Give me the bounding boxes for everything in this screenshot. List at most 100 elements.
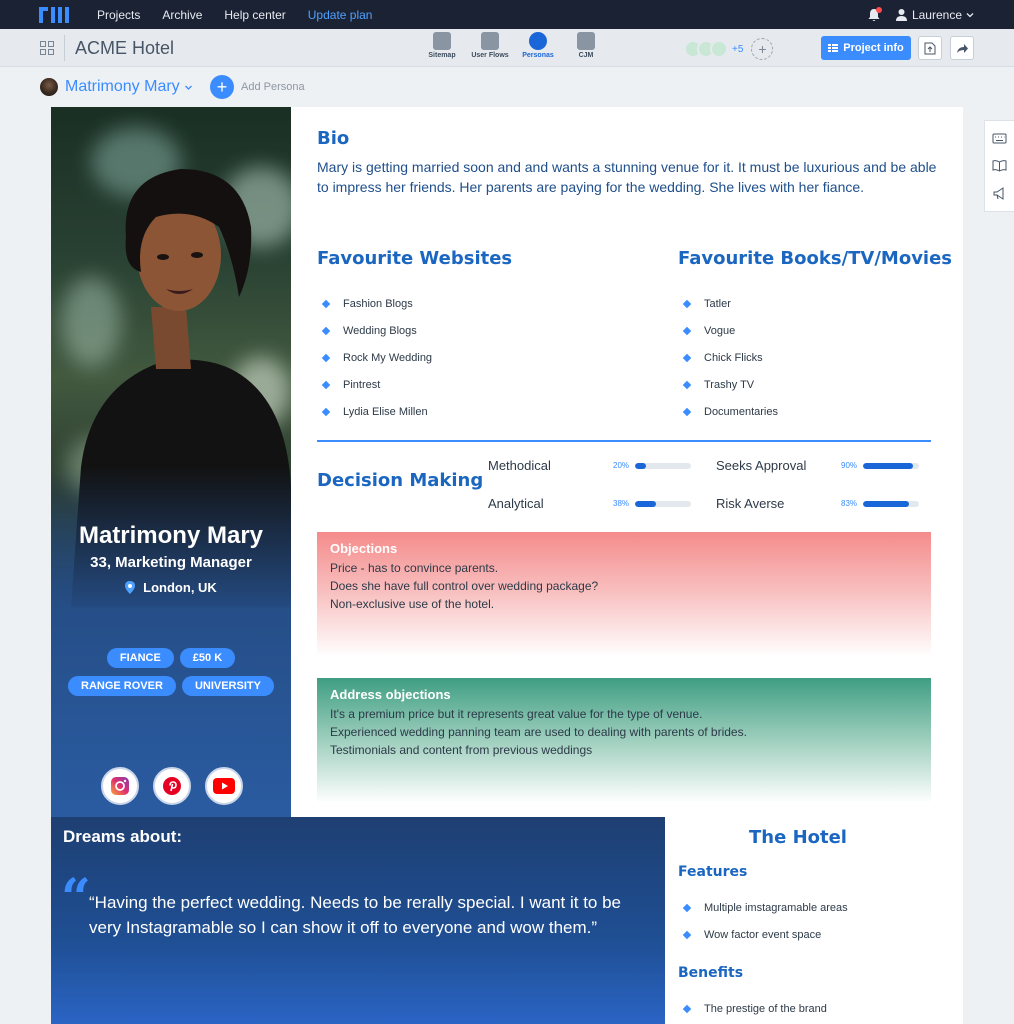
bullet-icon: [321, 299, 331, 308]
address-objections-card: Address objections It's a premium price …: [317, 678, 931, 803]
view-personas[interactable]: Personas: [520, 32, 556, 59]
quote-icon: “: [61, 868, 91, 929]
bullet-icon: [321, 407, 331, 416]
persona-avatar: [40, 78, 58, 96]
add-persona-button[interactable]: +: [210, 75, 234, 99]
persona-tags: FIANCE £50 K RANGE ROVER UNIVERSITY: [51, 648, 291, 696]
benefits-title: Benefits: [678, 965, 744, 981]
keyboard-icon[interactable]: [992, 131, 1007, 146]
media-title: Favourite Books/TV/Movies: [678, 248, 953, 269]
bullet-icon: [682, 299, 692, 308]
youtube-icon[interactable]: [205, 767, 243, 805]
list-item: Vogue: [678, 317, 778, 344]
sitemap-icon: [433, 32, 451, 50]
features-title: Features: [678, 864, 748, 880]
list-item: Trashy TV: [678, 371, 778, 398]
bio-title: Bio: [317, 128, 350, 149]
persona-bar: Matrimony Mary + Add Persona: [0, 68, 1014, 106]
section-divider: [317, 440, 931, 442]
websites-title: Favourite Websites: [317, 248, 513, 269]
media-list: Tatler Vogue Chick Flicks Trashy TV Docu…: [678, 290, 778, 425]
chevron-down-icon: [966, 12, 974, 17]
megaphone-icon[interactable]: [992, 186, 1007, 201]
add-collaborator-button[interactable]: +: [751, 38, 774, 60]
websites-list: Fashion Blogs Wedding Blogs Rock My Wedd…: [317, 290, 432, 425]
bullet-icon: [321, 326, 331, 335]
project-title: ACME Hotel: [75, 38, 175, 58]
collaborators[interactable]: +5 +: [684, 38, 774, 60]
cjm-icon: [577, 32, 595, 50]
dreams-title: Dreams about:: [63, 827, 183, 846]
view-user-flows[interactable]: User Flows: [471, 32, 509, 59]
user-menu[interactable]: Laurence: [895, 8, 974, 22]
bio-text: Mary is getting married soon and and wan…: [317, 159, 937, 195]
book-icon[interactable]: [992, 158, 1007, 173]
list-item: Rock My Wedding: [317, 344, 432, 371]
view-switcher: Sitemap User Flows Personas CJM: [424, 32, 604, 59]
nav-archive[interactable]: Archive: [162, 8, 202, 22]
nav-projects[interactable]: Projects: [97, 8, 140, 22]
list-item: Fashion Blogs: [317, 290, 432, 317]
list-item: Lydia Elise Millen: [317, 398, 432, 425]
features-list: Multiple imstagramable areas Wow factor …: [678, 894, 848, 948]
list-item: Chick Flicks: [678, 344, 778, 371]
bullet-icon: [682, 930, 692, 939]
location-pin-icon: [125, 581, 136, 594]
progress-bar: [635, 462, 691, 469]
tag-income: £50 K: [179, 648, 236, 668]
list-item: Wow factor event space: [678, 921, 848, 948]
view-sitemap[interactable]: Sitemap: [424, 32, 460, 59]
top-nav: Projects Archive Help center Update plan…: [0, 0, 1014, 29]
persona-role: 33, Marketing Manager: [90, 554, 252, 571]
hotel-title: The Hotel: [749, 827, 847, 848]
persona-name: Matrimony Mary: [78, 522, 264, 549]
bullet-icon: [682, 326, 692, 335]
side-tools: [984, 120, 1014, 212]
bullet-icon: [321, 380, 331, 389]
address-objections-title: Address objections: [330, 687, 451, 702]
add-persona-label[interactable]: Add Persona: [241, 81, 305, 93]
objections-title: Objections: [330, 541, 398, 556]
tag-fiance: FIANCE: [106, 648, 174, 668]
divider: [64, 35, 65, 61]
project-bar: ACME Hotel Sitemap User Flows Personas C…: [0, 29, 1014, 67]
user-icon: [895, 9, 907, 21]
pinterest-icon[interactable]: [153, 767, 191, 805]
bullet-icon: [682, 353, 692, 362]
metric-analytical: Analytical 38%: [488, 496, 691, 511]
dreams-quote: “Having the perfect wedding. Needs to be…: [89, 893, 622, 937]
nav-update-plan[interactable]: Update plan: [308, 8, 373, 22]
persona-selector[interactable]: Matrimony Mary: [65, 78, 193, 96]
export-icon: [924, 42, 936, 54]
share-button[interactable]: [950, 36, 974, 60]
list-icon: [828, 44, 839, 52]
bullet-icon: [682, 407, 692, 416]
persona-photo-panel: Matrimony Mary 33, Marketing Manager Lon…: [51, 107, 291, 817]
notifications-bell-icon[interactable]: [867, 6, 882, 22]
collaborator-count: +5: [732, 43, 744, 55]
persona-page: Matrimony Mary 33, Marketing Manager Lon…: [51, 107, 963, 1024]
app-logo[interactable]: [39, 6, 73, 24]
list-item: Tatler: [678, 290, 778, 317]
tag-education: UNIVERSITY: [181, 676, 274, 696]
social-links: [101, 767, 243, 805]
list-item: Multiple imstagramable areas: [678, 894, 848, 921]
metric-seeks-approval: Seeks Approval 90%: [716, 458, 919, 473]
benefits-list: The prestige of the brand: [678, 995, 827, 1022]
progress-bar: [863, 500, 919, 507]
bullet-icon: [682, 1004, 692, 1013]
grid-menu-icon[interactable]: [40, 41, 54, 55]
progress-bar: [635, 500, 691, 507]
view-cjm[interactable]: CJM: [568, 32, 604, 59]
list-item: The prestige of the brand: [678, 995, 827, 1022]
export-button[interactable]: [918, 36, 942, 60]
instagram-icon[interactable]: [101, 767, 139, 805]
bullet-icon: [321, 353, 331, 362]
chevron-down-icon: [184, 85, 192, 90]
share-arrow-icon: [956, 43, 968, 53]
list-item: Wedding Blogs: [317, 317, 432, 344]
project-info-button[interactable]: Project info: [821, 36, 911, 60]
bullet-icon: [682, 903, 692, 912]
metric-methodical: Methodical 20%: [488, 458, 691, 473]
nav-help-center[interactable]: Help center: [224, 8, 285, 22]
